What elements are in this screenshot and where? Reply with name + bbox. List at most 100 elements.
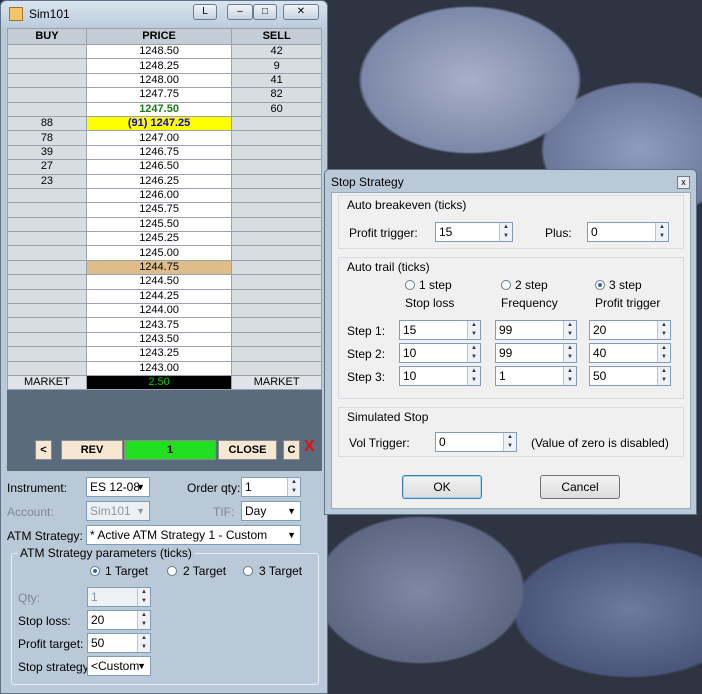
sell-cell[interactable] xyxy=(231,360,322,376)
sell-cell[interactable] xyxy=(231,144,322,161)
cancel-all-icon[interactable]: X xyxy=(304,438,315,456)
instrument-select[interactable]: ES 12-08 xyxy=(86,477,150,497)
trail-1step-radio[interactable] xyxy=(405,280,415,290)
profit-target-input[interactable]: 50 ▲ ▼ xyxy=(87,633,151,653)
tif-select[interactable]: Day xyxy=(241,501,301,521)
price-cell[interactable]: 1243.00 xyxy=(85,360,233,376)
sell-cell[interactable] xyxy=(231,202,322,218)
price-cell[interactable]: 1247.75 xyxy=(85,87,233,103)
sell-cell[interactable] xyxy=(231,173,322,189)
market-buy-cell[interactable]: MARKET xyxy=(7,374,87,391)
sell-cell[interactable]: 60 xyxy=(231,101,322,117)
collapse-button[interactable]: < xyxy=(35,440,52,460)
price-cell[interactable]: 1248.50 xyxy=(85,43,233,60)
reverse-button[interactable]: REV xyxy=(61,440,123,460)
price-cell[interactable]: 1244.00 xyxy=(85,303,233,319)
sell-cell[interactable] xyxy=(231,245,322,261)
buy-cell[interactable]: 39 xyxy=(7,144,87,161)
target2-radio[interactable] xyxy=(167,566,177,576)
buy-cell[interactable] xyxy=(7,231,87,247)
order-qty-input[interactable]: 1 ▲ ▼ xyxy=(241,477,301,497)
price-cell[interactable]: 1245.50 xyxy=(85,216,233,233)
buy-cell[interactable] xyxy=(7,87,87,103)
sell-cell[interactable] xyxy=(231,259,322,276)
sell-cell[interactable] xyxy=(231,346,322,362)
buy-cell[interactable]: 23 xyxy=(7,173,87,189)
target1-radio[interactable] xyxy=(90,566,100,576)
cancel-button[interactable]: Cancel xyxy=(540,475,620,499)
price-cell[interactable]: 1244.25 xyxy=(85,288,233,305)
buy-cell[interactable] xyxy=(7,259,87,276)
price-cell[interactable]: 1246.00 xyxy=(85,187,233,204)
buy-cell[interactable] xyxy=(7,101,87,117)
price-cell[interactable]: 1248.25 xyxy=(85,58,233,74)
buy-cell[interactable] xyxy=(7,360,87,376)
buy-cell[interactable] xyxy=(7,331,87,348)
sell-cell[interactable]: 9 xyxy=(231,58,322,74)
price-cell[interactable]: (91) 1247.25 xyxy=(85,115,233,132)
step3-frequency-input[interactable]: 1 ▲ ▼ xyxy=(495,366,577,386)
step1-profit-trigger-input[interactable]: 20 ▲ ▼ xyxy=(589,320,671,340)
price-cell[interactable]: 1243.50 xyxy=(85,331,233,348)
dialog-close-icon[interactable]: x xyxy=(677,176,690,189)
buy-cell[interactable] xyxy=(7,303,87,319)
price-cell[interactable]: 1247.00 xyxy=(85,130,233,146)
market-sell-cell[interactable]: MARKET xyxy=(231,374,322,391)
price-cell[interactable]: 1243.25 xyxy=(85,346,233,362)
stop-loss-input[interactable]: 20 ▲ ▼ xyxy=(87,610,151,630)
sell-cell[interactable] xyxy=(231,331,322,348)
sell-cell[interactable] xyxy=(231,115,322,132)
sell-cell[interactable] xyxy=(231,216,322,233)
sell-cell[interactable]: 42 xyxy=(231,43,322,60)
buy-cell[interactable] xyxy=(7,216,87,233)
sell-cell[interactable] xyxy=(231,317,322,333)
buy-cell[interactable] xyxy=(7,72,87,89)
sell-cell[interactable] xyxy=(231,159,322,175)
stop-strategy-select[interactable]: <Custom xyxy=(87,656,151,676)
step1-frequency-input[interactable]: 99 ▲ ▼ xyxy=(495,320,577,340)
be-plus-input[interactable]: 0 ▲ ▼ xyxy=(587,222,669,242)
be-profit-trigger-input[interactable]: 15 ▲ ▼ xyxy=(435,222,513,242)
sell-cell[interactable] xyxy=(231,303,322,319)
title-bar[interactable]: Sim101 L – □ ✕ xyxy=(1,1,327,27)
step2-frequency-input[interactable]: 99 ▲ ▼ xyxy=(495,343,577,363)
buy-cell[interactable] xyxy=(7,187,87,204)
price-cell[interactable]: 1246.25 xyxy=(85,173,233,189)
price-cell[interactable]: 1246.50 xyxy=(85,159,233,175)
close-button[interactable]: ✕ xyxy=(283,4,319,20)
position-qty-button[interactable]: 1 xyxy=(124,440,216,460)
buy-cell[interactable] xyxy=(7,58,87,74)
step1-stop-loss-input[interactable]: 15 ▲ ▼ xyxy=(399,320,481,340)
close-position-button[interactable]: CLOSE xyxy=(218,440,277,460)
atm-strategy-select[interactable]: * Active ATM Strategy 1 - Custom xyxy=(86,525,301,545)
sell-cell[interactable] xyxy=(231,130,322,146)
vol-trigger-input[interactable]: 0 ▲ ▼ xyxy=(435,432,517,452)
sell-cell[interactable]: 41 xyxy=(231,72,322,89)
buy-cell[interactable] xyxy=(7,346,87,362)
step2-stop-loss-input[interactable]: 10 ▲ ▼ xyxy=(399,343,481,363)
step2-profit-trigger-input[interactable]: 40 ▲ ▼ xyxy=(589,343,671,363)
price-cell[interactable]: 1247.50 xyxy=(85,101,233,117)
price-cell[interactable]: 1245.75 xyxy=(85,202,233,218)
price-cell[interactable]: 1245.25 xyxy=(85,231,233,247)
price-cell[interactable]: 1243.75 xyxy=(85,317,233,333)
step3-stop-loss-input[interactable]: 10 ▲ ▼ xyxy=(399,366,481,386)
buy-cell[interactable]: 88 xyxy=(7,115,87,132)
target3-radio[interactable] xyxy=(243,566,253,576)
step3-profit-trigger-input[interactable]: 50 ▲ ▼ xyxy=(589,366,671,386)
minimize-button[interactable]: – xyxy=(227,4,253,20)
sell-cell[interactable] xyxy=(231,187,322,204)
buy-cell[interactable]: 78 xyxy=(7,130,87,146)
price-cell[interactable]: 1248.00 xyxy=(85,72,233,89)
buy-cell[interactable] xyxy=(7,317,87,333)
maximize-button[interactable]: □ xyxy=(253,4,277,20)
buy-cell[interactable] xyxy=(7,274,87,290)
buy-cell[interactable] xyxy=(7,43,87,60)
sell-cell[interactable] xyxy=(231,288,322,305)
buy-cell[interactable] xyxy=(7,245,87,261)
price-cell[interactable]: 1246.75 xyxy=(85,144,233,161)
sell-cell[interactable] xyxy=(231,231,322,247)
sell-cell[interactable] xyxy=(231,274,322,290)
trail-3step-radio[interactable] xyxy=(595,280,605,290)
ok-button[interactable]: OK xyxy=(402,475,482,499)
